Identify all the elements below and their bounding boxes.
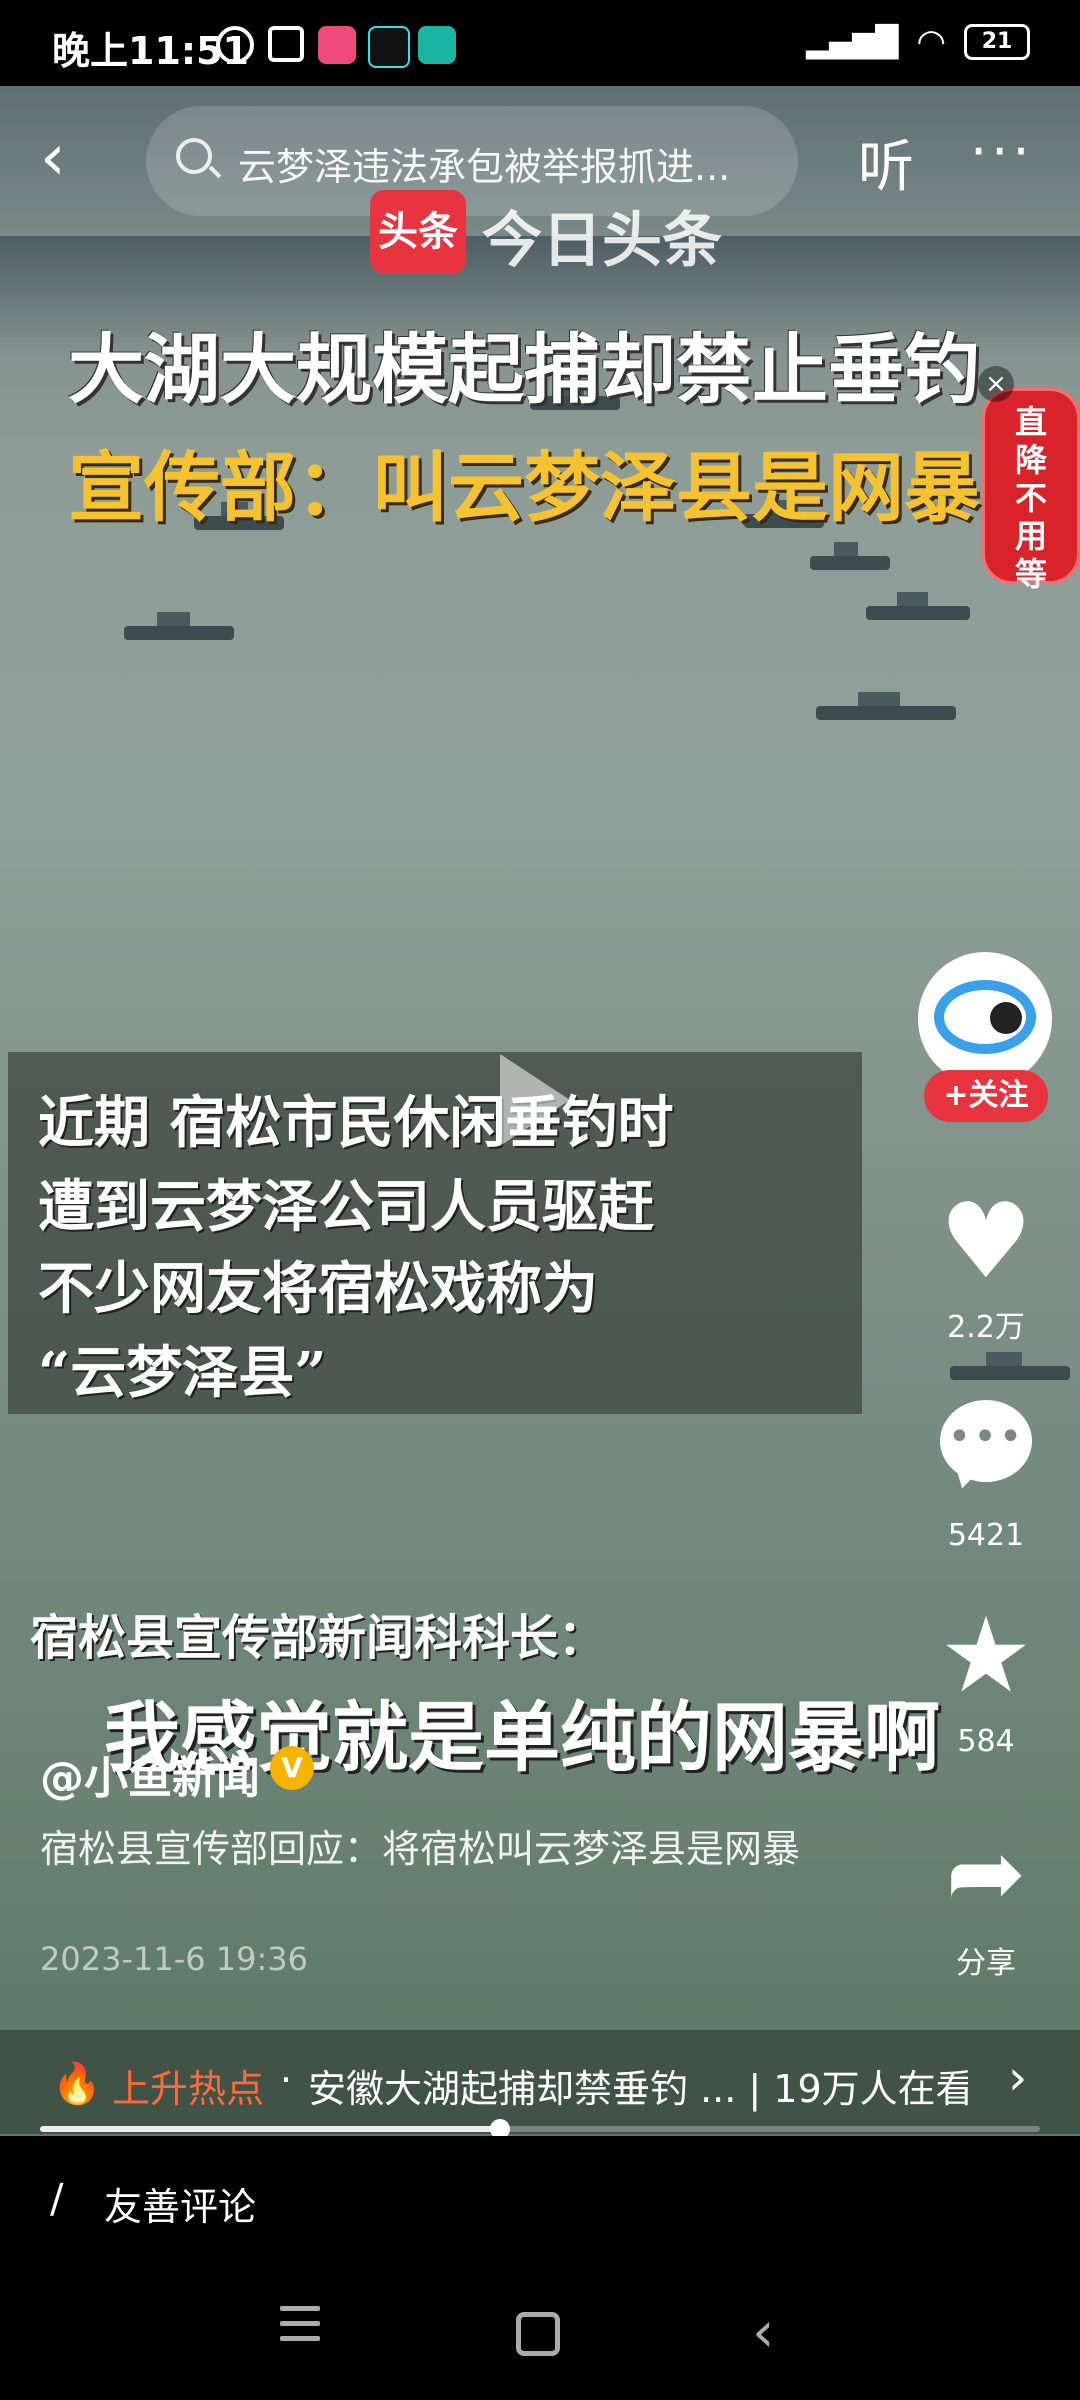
video-headline-1: 大湖大规模起捕却禁止垂钓 bbox=[68, 325, 980, 414]
hot-topic-label: 上升热点 bbox=[112, 2067, 265, 2111]
share-icon[interactable]: ➦ bbox=[916, 1818, 1056, 1928]
verified-badge-icon: V bbox=[270, 1746, 314, 1790]
like-count: 2.2万 bbox=[947, 1310, 1025, 1345]
comment-bar[interactable]: ∕ 友善评论 bbox=[0, 2136, 1080, 2266]
post-datetime: 2023-11-6 19:36 bbox=[40, 1940, 308, 1978]
search-query: 云梦泽违法承包被举报抓进... bbox=[238, 145, 731, 189]
video-progress-fill bbox=[40, 2126, 500, 2132]
alarm-icon bbox=[216, 26, 254, 64]
boat bbox=[816, 692, 956, 720]
boat bbox=[866, 592, 970, 620]
follow-button[interactable]: +关注 bbox=[924, 1070, 1048, 1122]
toutiao-logo-name: 今日头条 bbox=[482, 206, 722, 276]
favorite-count: 584 bbox=[957, 1724, 1015, 1759]
ad-banner[interactable]: 直降不用等 bbox=[982, 388, 1080, 593]
fish-eye bbox=[990, 1002, 1022, 1034]
status-bar: 晚上11:51 ▂▄▆█ ◠ 21 bbox=[0, 0, 1080, 86]
subtitle-line: 不少网友将宿松戏称为 bbox=[38, 1256, 598, 1322]
search-icon bbox=[176, 138, 212, 174]
boss-notification-icon bbox=[418, 26, 456, 64]
author-avatar[interactable] bbox=[918, 952, 1052, 1086]
subtitle-line: “云梦泽县” bbox=[38, 1340, 327, 1406]
comment-input[interactable]: 友善评论 bbox=[104, 2176, 256, 2231]
subtitle-box: 近期 宿松市民休闲垂钓时 遭到云梦泽公司人员驱赶 不少网友将宿松戏称为 “云梦泽… bbox=[8, 1052, 862, 1414]
video-caption-small: 宿松县宣传部新闻科科长： bbox=[30, 1610, 607, 1666]
like-icon[interactable]: ♥ bbox=[916, 1186, 1056, 1296]
boat bbox=[950, 1352, 1070, 1380]
signal-icon: ▂▄▆█ bbox=[806, 24, 899, 60]
wifi-icon: ◠ bbox=[916, 22, 946, 62]
ad-close-icon[interactable]: × bbox=[978, 366, 1014, 402]
share-label[interactable]: 分享 bbox=[916, 1938, 1056, 1982]
fire-icon: 🔥 bbox=[52, 2061, 102, 2107]
nfc-icon bbox=[268, 26, 304, 62]
back-button[interactable]: ‹ bbox=[40, 118, 110, 198]
ad-text: 直降不用等 bbox=[1014, 403, 1047, 593]
app-notification-icon bbox=[318, 26, 356, 64]
chevron-right-icon: › bbox=[1008, 2050, 1028, 2106]
home-icon[interactable] bbox=[516, 2312, 560, 2356]
hot-topic-text: 安徽大湖起捕却禁垂钓 ... | 19万人在看 bbox=[308, 2067, 968, 2111]
menu-icon[interactable] bbox=[280, 2306, 320, 2351]
system-nav-bar: ‹ bbox=[0, 2266, 1080, 2400]
douyin-notification-icon bbox=[368, 26, 410, 68]
more-button[interactable]: ··· bbox=[970, 120, 1034, 183]
hot-topic-bar[interactable]: 🔥 上升热点 · 安徽大湖起捕却禁垂钓 ... | 19万人在看 › bbox=[0, 2030, 1080, 2134]
hot-topic-separator: · bbox=[280, 2058, 293, 2102]
comment-icon[interactable]: ••• bbox=[940, 1400, 1032, 1482]
listen-button[interactable]: 听 bbox=[858, 122, 914, 203]
pen-icon: ∕ bbox=[50, 2176, 64, 2222]
video-headline-2: 宣传部：叫云梦泽县是网暴 bbox=[68, 443, 980, 532]
post-description[interactable]: 宿松县宣传部回应：将宿松叫云梦泽县是网暴 bbox=[40, 1820, 840, 1878]
play-icon[interactable] bbox=[500, 1054, 570, 1146]
author-name[interactable]: @小鱼新闻 bbox=[40, 1742, 260, 1806]
toutiao-logo-badge: 头条 bbox=[370, 190, 466, 274]
subtitle-line: 遭到云梦泽公司人员驱赶 bbox=[38, 1174, 654, 1240]
back-icon[interactable]: ‹ bbox=[752, 2300, 774, 2365]
status-right: ▂▄▆█ ◠ 21 bbox=[806, 22, 1030, 62]
comment-count: 5421 bbox=[947, 1518, 1025, 1553]
favorite-star-icon[interactable]: ★ bbox=[916, 1600, 1056, 1710]
comment-dots: ••• bbox=[947, 1414, 1025, 1460]
battery-icon: 21 bbox=[964, 24, 1030, 60]
subtitle-line: 近期 宿松市民休闲垂钓时 bbox=[38, 1090, 674, 1156]
boat bbox=[810, 542, 890, 570]
boat bbox=[124, 612, 234, 640]
video-progress-bar[interactable] bbox=[40, 2119, 1040, 2139]
